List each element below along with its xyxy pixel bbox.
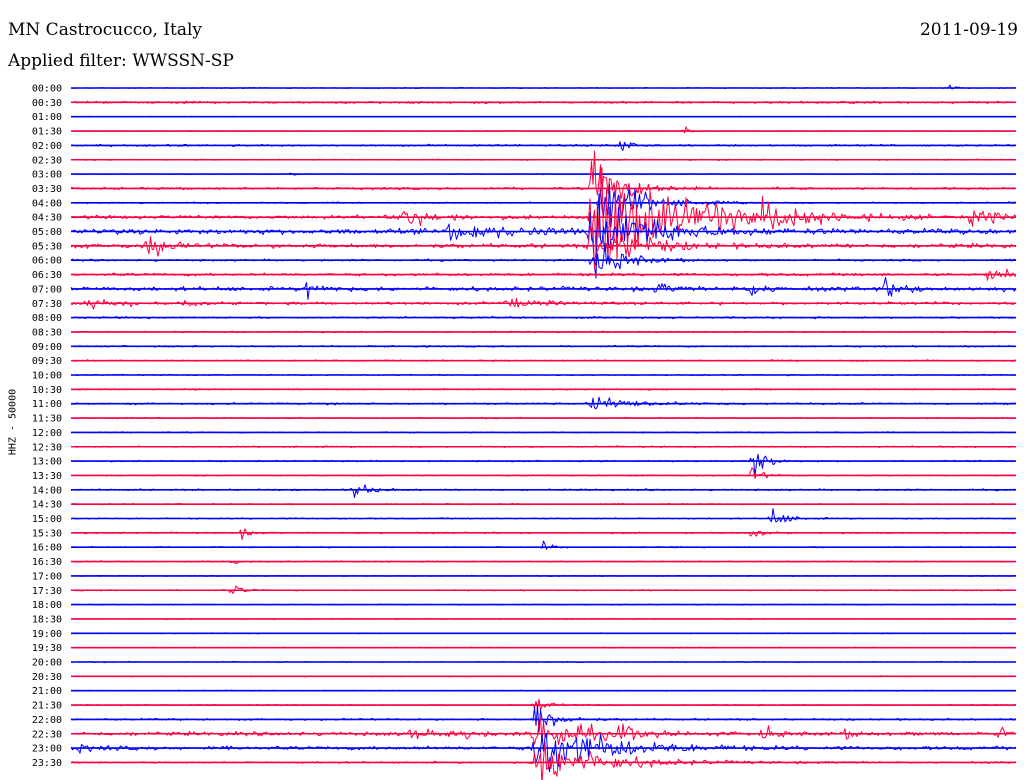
time-tick-label: 11:00 <box>32 399 62 410</box>
time-tick-label: 13:30 <box>32 471 62 482</box>
time-tick-label: 03:30 <box>32 184 62 195</box>
seismic-trace-0400 <box>70 183 1016 227</box>
time-tick-label: 11:30 <box>32 414 62 425</box>
tick-label-group: 00:00 00:30 01:00 01:30 02:00 02:30 03:00 03:30… <box>32 84 62 769</box>
time-tick-label: 01:00 <box>32 112 62 123</box>
time-tick-label: 18:30 <box>32 614 62 625</box>
time-tick-label: 00:00 <box>32 84 62 95</box>
time-tick-label: 23:00 <box>32 744 62 755</box>
time-tick-label: 22:30 <box>32 729 62 740</box>
trace-group <box>70 84 1017 780</box>
time-tick-label: 05:00 <box>32 227 62 238</box>
seismic-trace-1600 <box>70 540 1017 550</box>
time-tick-label: 05:30 <box>32 241 62 252</box>
time-tick-label: 15:30 <box>32 528 62 539</box>
time-tick-label: 16:30 <box>32 557 62 568</box>
seismic-trace-0130 <box>70 126 1017 134</box>
seismic-trace-2230 <box>70 717 1017 746</box>
time-tick-label: 10:00 <box>32 371 62 382</box>
helicorder-plot: 00:00 00:30 01:00 01:30 02:00 02:30 03:00 03:30… <box>32 84 1017 780</box>
time-tick-label: 00:30 <box>32 98 62 109</box>
time-tick-label: 07:00 <box>32 284 62 295</box>
time-tick-label: 01:30 <box>32 127 62 138</box>
seismic-trace-1330 <box>70 467 1017 479</box>
time-tick-label: 06:30 <box>32 270 62 281</box>
time-tick-label: 10:30 <box>32 385 62 396</box>
time-tick-label: 02:00 <box>32 141 62 152</box>
time-tick-label: 17:30 <box>32 586 62 597</box>
time-tick-label: 21:00 <box>32 686 62 697</box>
time-tick-label: 12:30 <box>32 442 62 453</box>
time-tick-label: 14:30 <box>32 500 62 511</box>
time-tick-label: 06:00 <box>32 256 62 267</box>
seismic-trace-1530 <box>70 528 1017 540</box>
time-tick-label: 03:00 <box>32 170 62 181</box>
time-tick-label: 04:00 <box>32 198 62 209</box>
seismic-trace-1400 <box>70 484 1017 498</box>
time-tick-label: 22:00 <box>32 715 62 726</box>
seismic-trace-0500 <box>70 193 1017 279</box>
time-tick-label: 04:30 <box>32 213 62 224</box>
time-tick-label: 15:00 <box>32 514 62 525</box>
time-tick-label: 14:00 <box>32 485 62 496</box>
time-tick-label: 23:30 <box>32 758 62 769</box>
time-tick-label: 07:30 <box>32 299 62 310</box>
time-tick-label: 16:00 <box>32 543 62 554</box>
seismic-trace-1300 <box>70 453 1017 478</box>
time-tick-label: 12:00 <box>32 428 62 439</box>
time-tick-label: 17:00 <box>32 571 62 582</box>
time-tick-label: 21:30 <box>32 701 62 712</box>
time-tick-label: 02:30 <box>32 155 62 166</box>
time-tick-label: 18:00 <box>32 600 62 611</box>
time-tick-label: 09:30 <box>32 356 62 367</box>
time-tick-label: 13:00 <box>32 457 62 468</box>
time-tick-label: 09:00 <box>32 342 62 353</box>
time-tick-label: 19:30 <box>32 643 62 654</box>
seismic-trace-1500 <box>70 508 1017 523</box>
time-tick-label: 20:00 <box>32 658 62 669</box>
time-tick-label: 08:30 <box>32 327 62 338</box>
time-tick-label: 08:00 <box>32 313 62 324</box>
time-tick-label: 19:00 <box>32 629 62 640</box>
time-tick-label: 20:30 <box>32 672 62 683</box>
